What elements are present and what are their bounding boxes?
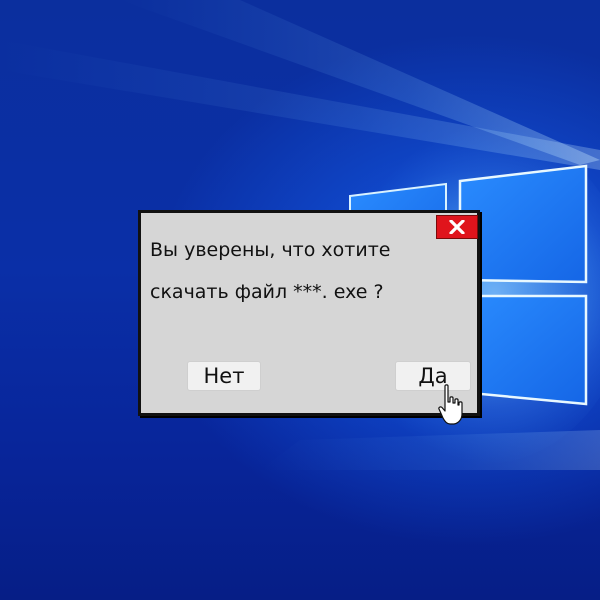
hand-pointer-icon: [438, 384, 463, 425]
no-button[interactable]: Нет: [187, 361, 261, 391]
close-icon: [449, 220, 465, 234]
dialog-message: Вы уверены, что хотите скачать файл ***.…: [150, 229, 440, 313]
message-line-1: Вы уверены, что хотите: [150, 239, 391, 261]
message-line-2: скачать файл ***. exe ?: [150, 281, 384, 303]
confirm-download-dialog: Вы уверены, что хотите скачать файл ***.…: [138, 210, 480, 416]
close-button[interactable]: [436, 215, 478, 239]
